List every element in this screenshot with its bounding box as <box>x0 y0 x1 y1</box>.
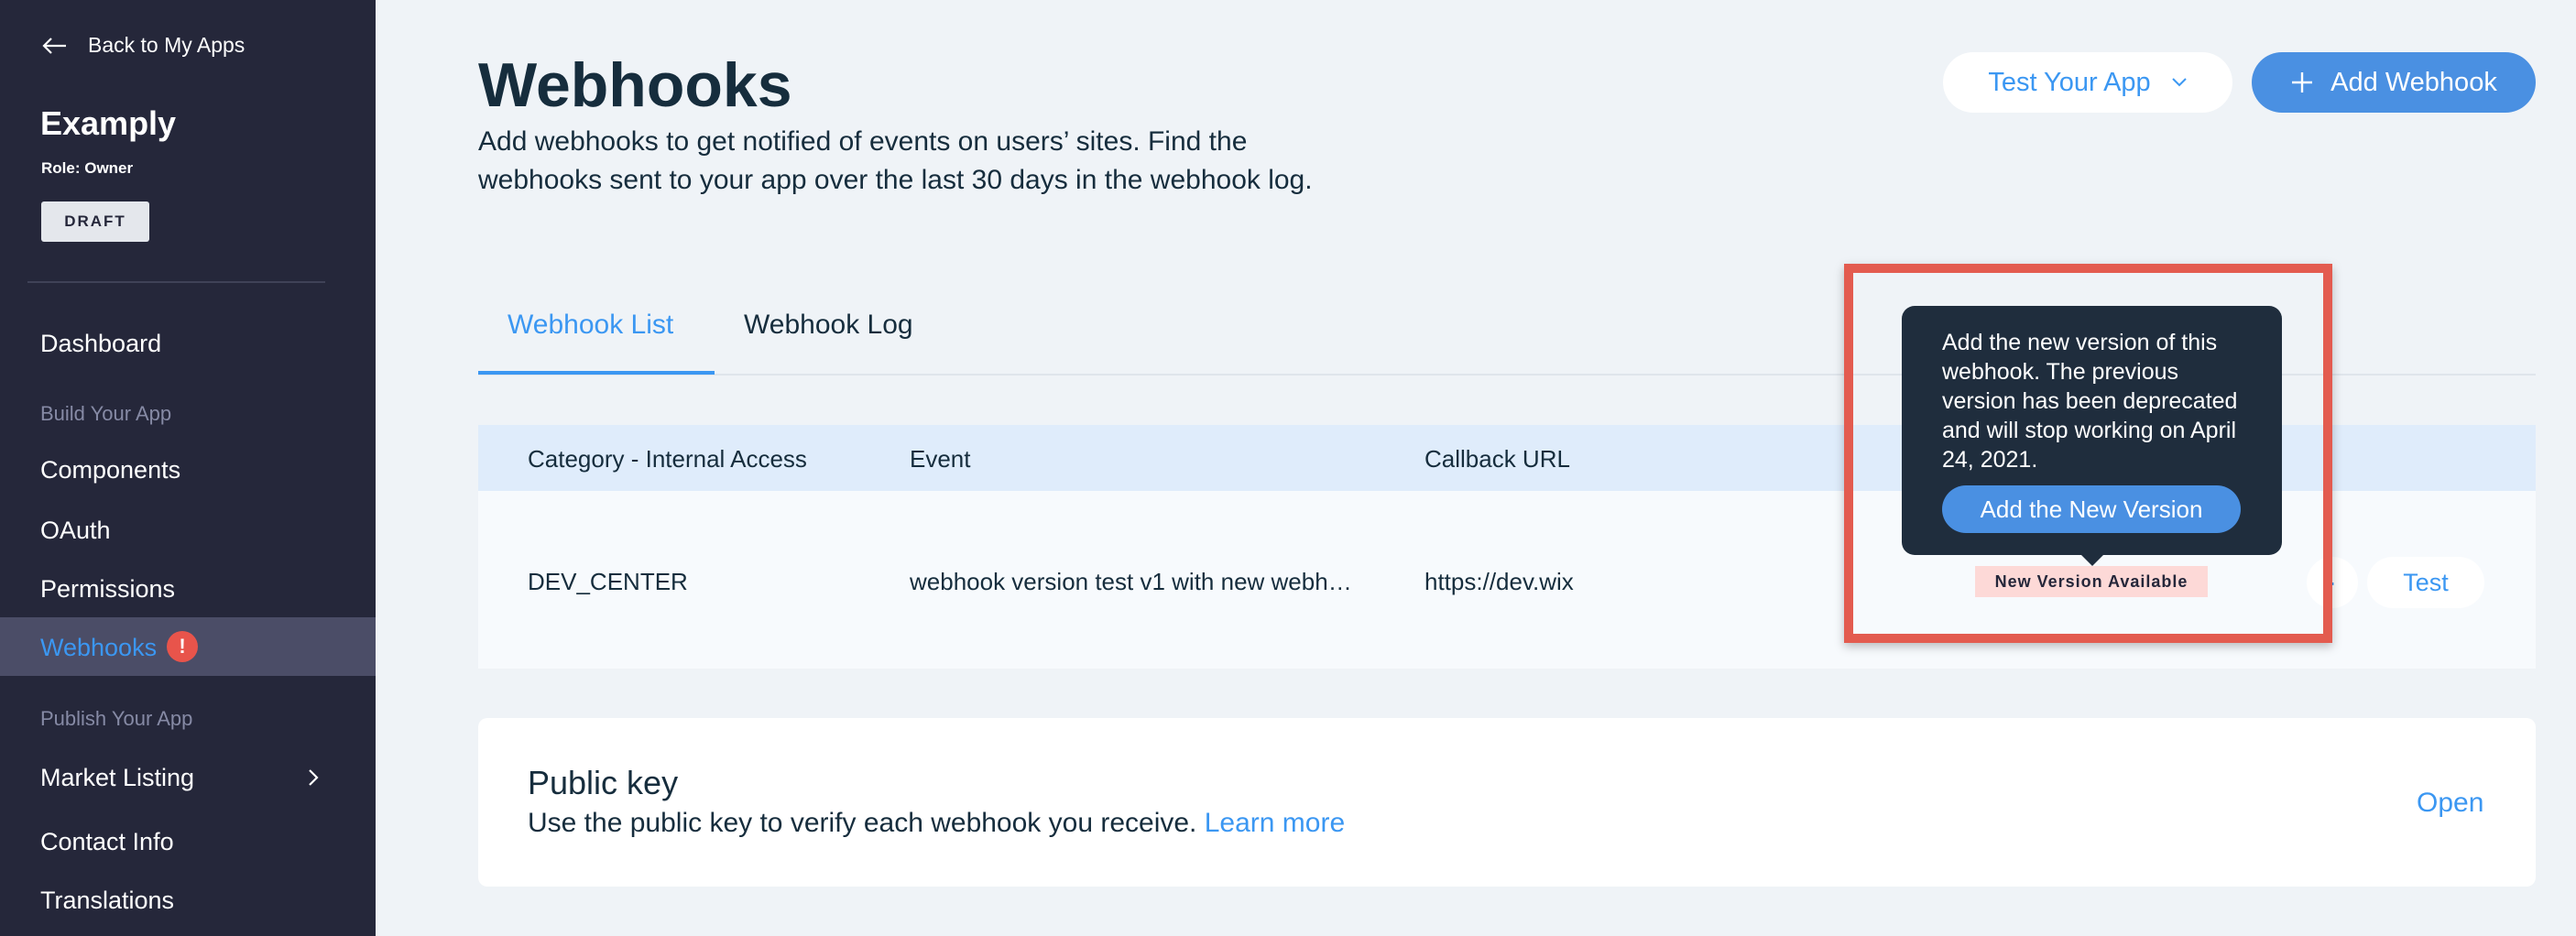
column-header-event: Event <box>910 445 971 473</box>
arrow-left-icon <box>42 37 66 54</box>
plus-icon <box>2292 72 2313 93</box>
new-version-tooltip: Add the new version of this webhook. The… <box>1902 306 2282 555</box>
row-callback-url: https://dev.wix <box>1424 568 1574 595</box>
sidebar-item-translations[interactable]: Translations <box>40 887 174 915</box>
test-your-app-button[interactable]: Test Your App <box>1943 52 2232 113</box>
tooltip-arrow <box>2079 553 2105 566</box>
chevron-right-icon <box>309 769 319 786</box>
sidebar-item-components[interactable]: Components <box>40 456 180 484</box>
public-key-description-text: Use the public key to verify each webhoo… <box>528 808 1197 838</box>
sidebar-item-webhooks-label: Webhooks <box>40 634 158 661</box>
column-header-category: Category - Internal Access <box>528 445 807 473</box>
open-public-key-link[interactable]: Open <box>2417 788 2483 819</box>
page-title: Webhooks <box>478 50 792 120</box>
sidebar: Back to My Apps Examply Role: Owner DRAF… <box>0 0 376 936</box>
public-key-card <box>478 718 2536 887</box>
app-role: Role: Owner <box>41 159 134 177</box>
learn-more-link[interactable]: Learn more <box>1205 808 1345 838</box>
column-header-callback-url: Callback URL <box>1424 445 1570 473</box>
active-tab-indicator <box>478 371 715 375</box>
status-badge: DRAFT <box>41 201 149 242</box>
add-webhook-label: Add Webhook <box>2330 67 2497 97</box>
back-to-apps-link[interactable]: Back to My Apps <box>42 33 245 58</box>
page-description: Add webhooks to get notified of events o… <box>478 126 1313 195</box>
row-event: webhook version test v1 with new webh… <box>910 568 1352 595</box>
back-link-label: Back to My Apps <box>88 33 246 57</box>
sidebar-item-market-listing[interactable]: Market Listing <box>40 764 194 792</box>
row-category: DEV_CENTER <box>528 568 688 595</box>
add-new-version-button[interactable]: Add the New Version <box>1942 485 2241 533</box>
tab-webhook-list[interactable]: Webhook List <box>508 310 673 341</box>
public-key-title: Public key <box>528 764 679 801</box>
sidebar-section-build: Build Your App <box>40 402 172 425</box>
chevron-down-icon <box>2171 78 2187 87</box>
app-name: Examply <box>40 104 177 142</box>
public-key-description: Use the public key to verify each webhoo… <box>528 808 1345 839</box>
test-webhook-button[interactable]: Test <box>2367 557 2484 608</box>
sidebar-item-permissions[interactable]: Permissions <box>40 575 175 604</box>
tooltip-text: Add the new version of this webhook. The… <box>1942 330 2238 473</box>
sidebar-item-dashboard[interactable]: Dashboard <box>40 330 161 358</box>
tab-webhook-log[interactable]: Webhook Log <box>744 310 913 341</box>
sidebar-item-oauth[interactable]: OAuth <box>40 517 111 545</box>
test-your-app-label: Test Your App <box>1988 67 2151 97</box>
sidebar-section-publish: Publish Your App <box>40 707 193 730</box>
sidebar-divider <box>27 281 325 283</box>
alert-icon: ! <box>167 631 198 662</box>
sidebar-item-contact-info[interactable]: Contact Info <box>40 828 174 856</box>
add-webhook-button[interactable]: Add Webhook <box>2252 52 2536 113</box>
